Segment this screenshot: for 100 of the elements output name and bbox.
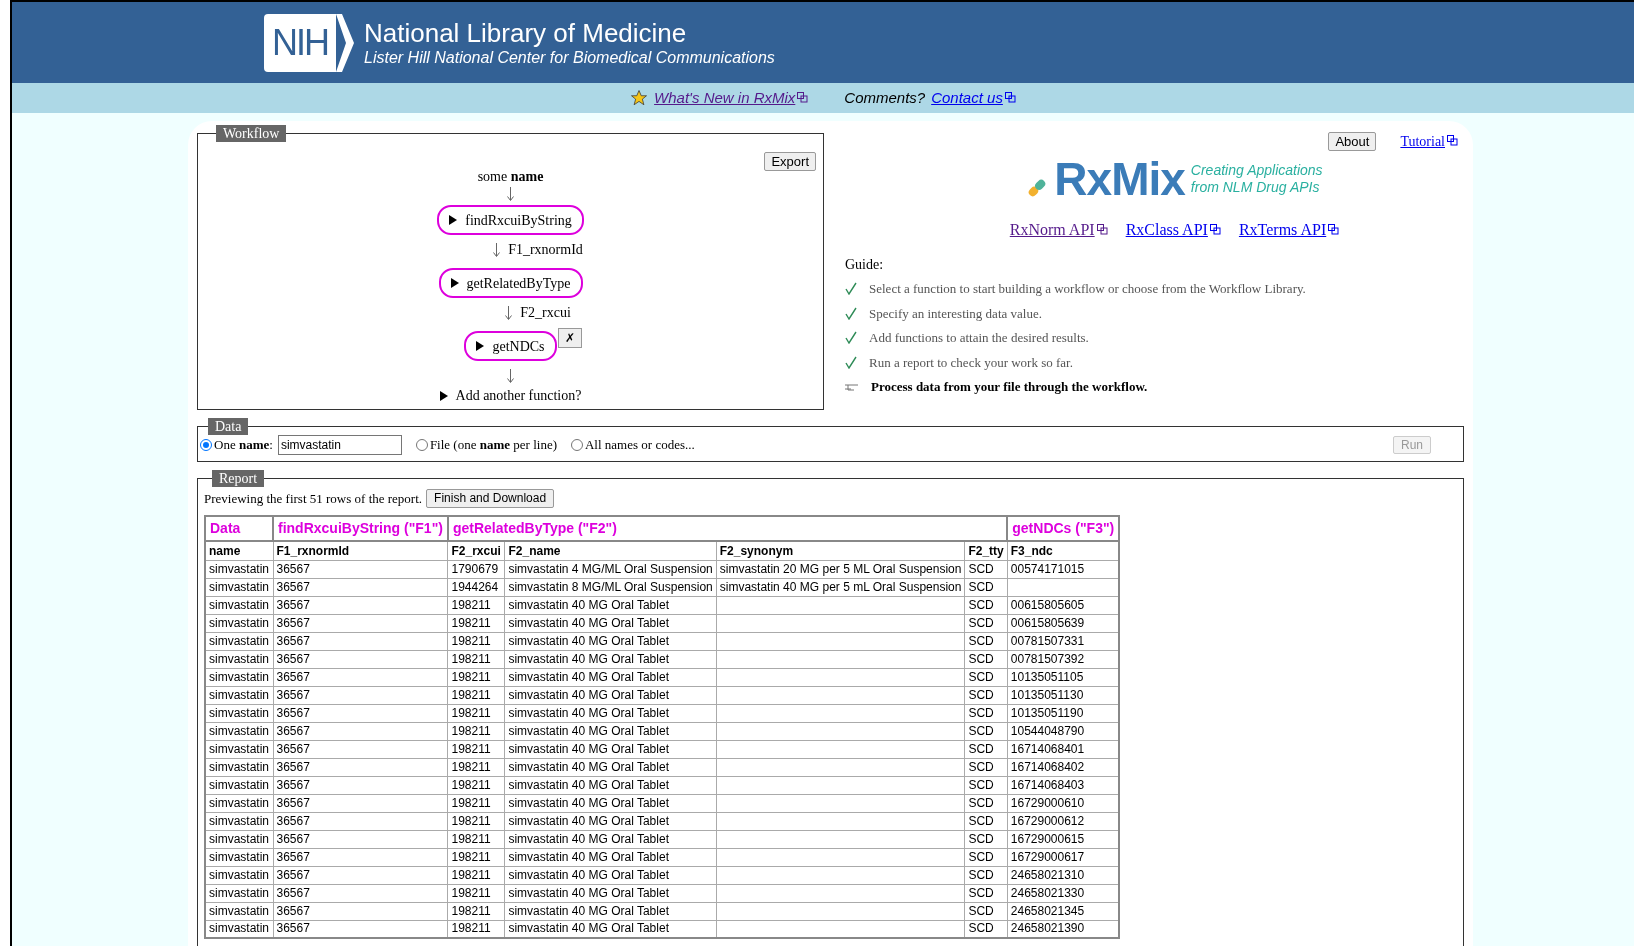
column-header: F2_synonym [716,540,965,560]
site-title: National Library of Medicine [364,17,688,48]
api-link[interactable]: RxClass API [1125,218,1221,242]
radio-label: All names or codes... [585,436,695,455]
table-cell: 198211 [447,632,505,650]
table-cell: 198211 [447,776,505,794]
table-cell: simvastatin 40 MG Oral Tablet [504,596,717,614]
table-cell: simvastatin [205,776,273,794]
function-name: findRxcuiByString [465,211,572,230]
table-cell: simvastatin [205,596,273,614]
export-button[interactable]: Export [764,152,816,171]
table-cell: 198211 [447,614,505,632]
table-cell: 198211 [447,884,505,902]
table-cell: simvastatin 40 MG per 5 mL Oral Suspension [716,578,965,596]
api-link[interactable]: RxNorm API [1009,218,1108,242]
guide-step: Add functions to attain the desired results. [869,328,1089,348]
guide-step: Process data from your file through the workflow. [871,377,1148,397]
table-cell: 198211 [447,758,505,776]
table-cell: simvastatin 20 MG per 5 ML Oral Suspension [716,560,965,578]
table-cell: SCD [964,758,1008,776]
table-cell: simvastatin [205,884,273,902]
function-node[interactable]: findRxcuiByString [437,205,584,235]
table-cell: SCD [964,704,1008,722]
table-cell: simvastatin [205,812,273,830]
remove-button[interactable]: ✗ [557,328,582,348]
checkmark-icon [845,306,857,320]
table-cell: 198211 [447,794,505,812]
table-cell: simvastatin [205,578,273,596]
comments-label: Comments? [844,87,926,108]
table-cell: simvastatin 8 MG/ML Oral Suspension [504,578,717,596]
column-header: F2_rxcui [447,540,505,560]
table-cell: SCD [964,632,1008,650]
guide-step: Select a function to start building a workflow or choose from the Workflow Library. [869,279,1306,299]
table-cell: simvastatin 40 MG Oral Tablet [504,866,717,884]
table-cell: simvastatin 40 MG Oral Tablet [504,668,717,686]
table-cell: simvastatin 40 MG Oral Tablet [504,722,717,740]
table-cell: SCD [964,902,1008,920]
table-cell: simvastatin 40 MG Oral Tablet [504,704,717,722]
preview-text: Previewing the first 51 rows of the report. [204,490,423,508]
table-cell: 36567 [273,902,448,920]
tutorial-link[interactable]: Tutorial [1400,131,1458,152]
table-cell: SCD [964,884,1008,902]
table-cell: SCD [964,812,1008,830]
table-cell: 198211 [447,830,505,848]
table-cell: simvastatin 40 MG Oral Tablet [504,812,717,830]
function-node[interactable]: getNDCs [464,331,557,361]
down-arrow-icon [507,187,514,201]
table-cell: SCD [964,650,1008,668]
table-cell: simvastatin [205,614,273,632]
column-header: F1_rxnormId [273,540,448,560]
table-cell: simvastatin 40 MG Oral Tablet [504,758,717,776]
table-cell: simvastatin [205,722,273,740]
group-header: getNDCs ("F3") [1007,515,1120,541]
table-cell: SCD [964,560,1008,578]
table-cell: simvastatin 40 MG Oral Tablet [504,650,717,668]
logo-tagline: Creating Applications [1190,162,1323,179]
add-function-toggle[interactable]: Add another function? [439,385,582,406]
table-cell: 36567 [273,776,448,794]
table-cell: simvastatin [205,866,273,884]
name-field[interactable]: simvastatin [277,435,402,455]
table-cell: SCD [964,794,1008,812]
contact-link[interactable]: Contact us [931,86,1016,110]
table-cell: 36567 [273,578,448,596]
table-cell: SCD [964,686,1008,704]
table-cell: 36567 [273,668,448,686]
api-link[interactable]: RxTerms API [1238,218,1340,242]
table-cell: 198211 [447,812,505,830]
download-button[interactable]: Finish and Download [426,489,555,509]
table-cell: simvastatin 40 MG Oral Tablet [504,902,717,920]
table-cell: simvastatin 40 MG Oral Tablet [504,740,717,758]
function-node[interactable]: getRelatedByType [438,268,583,298]
output-label: F2_rxcui [520,304,571,322]
checkmark-icon [845,282,857,296]
expand-icon [449,215,458,225]
table-cell: SCD [964,596,1008,614]
expand-icon [476,341,485,351]
table-cell: 198211 [447,650,505,668]
checkmark-icon [845,331,857,345]
table-cell: SCD [964,776,1008,794]
table-cell: 198211 [447,668,505,686]
function-name: getNDCs [492,337,545,356]
table-cell: 198211 [447,722,505,740]
table-cell: simvastatin 40 MG Oral Tablet [504,794,717,812]
about-button[interactable]: About [1328,132,1377,151]
table-cell: 198211 [447,902,505,920]
table-cell: simvastatin [205,902,273,920]
table-cell: 198211 [447,866,505,884]
table-cell: SCD [964,578,1008,596]
group-header: findRxcuiByString ("F1") [273,515,448,541]
table-cell: simvastatin [205,830,273,848]
whats-new-link[interactable]: What's New in RxMix [654,86,809,110]
column-header: name [205,540,273,560]
table-cell: SCD [964,668,1008,686]
table-cell: SCD [964,740,1008,758]
table-cell: simvastatin [205,848,273,866]
chevron-icon [336,13,354,72]
function-name: getRelatedByType [466,274,571,293]
table-cell: 36567 [273,560,448,578]
table-cell: 1944264 [447,578,505,596]
down-arrow-icon [505,305,513,320]
